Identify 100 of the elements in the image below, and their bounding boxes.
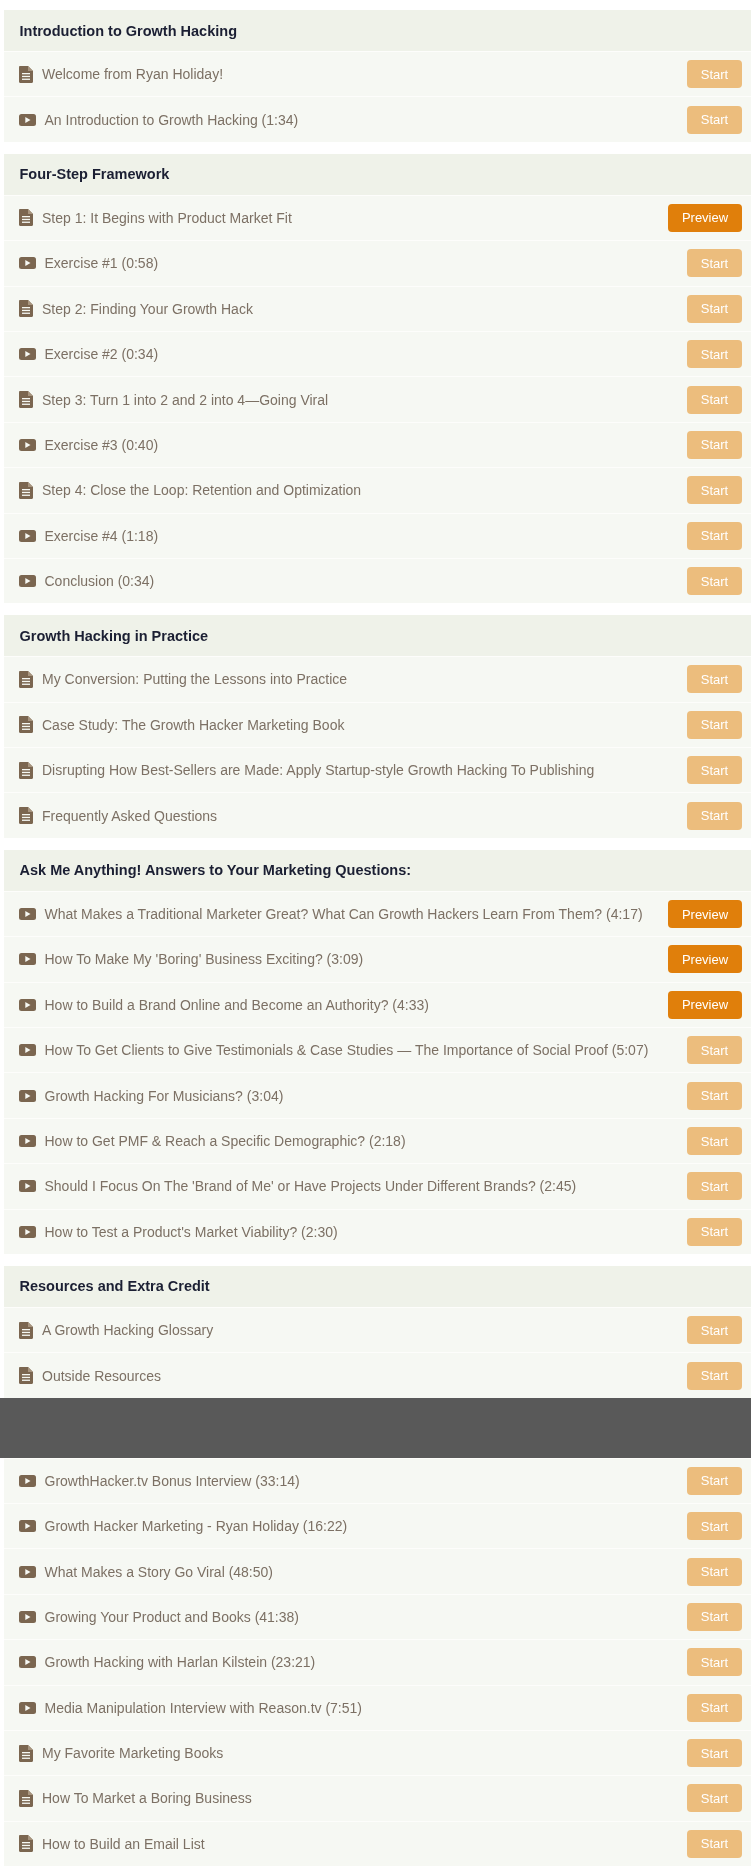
document-icon xyxy=(19,391,33,409)
play-icon xyxy=(19,953,36,966)
lesson-title: My Conversion: Putting the Lessons into Practice xyxy=(42,671,349,688)
start-button[interactable]: Start xyxy=(687,801,742,830)
lesson-title: How to Get PMF & Reach a Specific Demographic? (2:18) xyxy=(44,1133,407,1149)
start-button[interactable]: Start xyxy=(687,1557,742,1586)
lesson-title: Growth Hacking For Musicians? (3:04) xyxy=(44,1087,285,1104)
lesson-title: Growth Hacker Marketing - Ryan Holiday (16:22) xyxy=(44,1518,349,1535)
document-icon xyxy=(19,716,33,734)
start-button[interactable]: Start xyxy=(687,1316,742,1345)
play-icon xyxy=(19,113,36,126)
document-icon xyxy=(19,300,33,318)
document-icon xyxy=(19,671,33,688)
start-button[interactable]: Start xyxy=(687,567,742,596)
lesson-title: How to Test a Product's Market Viability? (2:30) xyxy=(44,1223,339,1240)
start-button[interactable]: Start xyxy=(687,1361,742,1390)
play-icon xyxy=(19,529,36,542)
section-header: Four-Step Framework xyxy=(4,153,751,195)
lesson-title: An Introduction to Growth Hacking (1:34) xyxy=(44,111,300,128)
start-button[interactable]: Start xyxy=(687,1217,742,1246)
start-button[interactable]: Start xyxy=(687,60,742,89)
document-icon xyxy=(19,1744,33,1762)
start-button[interactable]: Start xyxy=(687,1512,742,1541)
lesson-title: How To Market a Boring Business xyxy=(42,1790,253,1807)
lesson-title: Step 4: Close the Loop: Retention and Optimization xyxy=(42,482,363,499)
start-button[interactable]: Start xyxy=(687,1648,742,1677)
start-button[interactable]: Start xyxy=(687,430,742,459)
section-header: Resources and Extra Credit xyxy=(4,1266,751,1307)
document-icon xyxy=(19,1835,33,1853)
lesson-title: Exercise #1 (0:58) xyxy=(44,255,160,272)
document-icon xyxy=(19,761,33,779)
lesson-title: Step 3: Turn 1 into 2 and 2 into 4—Going Viral xyxy=(42,391,330,408)
document-icon xyxy=(19,1367,33,1385)
document-icon xyxy=(19,209,33,227)
lesson-title: How to Build an Email List xyxy=(42,1835,206,1852)
play-icon xyxy=(19,1656,36,1669)
lesson-title: Growing Your Product and Books (41:38) xyxy=(44,1608,300,1625)
preview-button[interactable]: Preview xyxy=(668,990,742,1019)
lesson-title: Disrupting How Best-Sellers are Made: Apply Startup-style Growth Hacking To Publishing xyxy=(42,762,596,779)
preview-button[interactable]: Preview xyxy=(668,203,742,232)
start-button[interactable]: Start xyxy=(687,1739,742,1768)
start-button[interactable]: Start xyxy=(687,385,742,414)
document-icon xyxy=(19,1321,33,1339)
lesson-title: Conclusion (0:34) xyxy=(44,573,156,590)
lesson-title: Media Manipulation Interview with Reason.tv (7:51) xyxy=(44,1699,363,1716)
lesson-title: How To Get Clients to Give Testimonials & Case Studies — The Importance of Social Proof (5:07) xyxy=(44,1042,650,1059)
start-button[interactable]: Start xyxy=(687,1693,742,1722)
start-button[interactable]: Start xyxy=(687,1829,742,1858)
start-button[interactable]: Start xyxy=(687,1127,742,1155)
start-button[interactable]: Start xyxy=(687,1081,742,1110)
lesson-title: What Makes a Traditional Marketer Great? What Can Growth Hackers Learn From Them? (4:17) xyxy=(44,906,644,923)
start-button[interactable]: Start xyxy=(687,710,742,739)
section-header: Growth Hacking in Practice xyxy=(4,615,751,657)
start-button[interactable]: Start xyxy=(687,1172,742,1201)
start-button[interactable]: Start xyxy=(687,1466,742,1495)
start-button[interactable]: Start xyxy=(687,1602,742,1631)
lesson-title: Case Study: The Growth Hacker Marketing Book xyxy=(42,716,346,733)
play-icon xyxy=(19,998,36,1011)
lesson-title: My Favorite Marketing Books xyxy=(42,1745,225,1762)
play-icon xyxy=(19,1565,36,1578)
lesson-title: Step 1: It Begins with Product Market Fit xyxy=(42,209,293,226)
lesson-title: GrowthHacker.tv Bonus Interview (33:14) xyxy=(44,1472,301,1489)
document-icon xyxy=(19,807,33,825)
play-icon xyxy=(19,1135,36,1147)
play-icon xyxy=(19,575,36,588)
lesson-title: Frequently Asked Questions xyxy=(42,807,219,824)
lesson-title: Exercise #4 (1:18) xyxy=(44,527,160,544)
lesson-title: How To Make My 'Boring' Business Exciting? (3:09) xyxy=(44,951,365,968)
play-icon xyxy=(19,1610,36,1623)
lesson-title: Step 2: Finding Your Growth Hack xyxy=(42,300,254,317)
section-header: Ask Me Anything! Answers to Your Marketing Questions: xyxy=(4,849,751,891)
lesson-title: Welcome from Ryan Holiday! xyxy=(42,66,225,83)
play-icon xyxy=(19,1044,36,1057)
start-button[interactable]: Start xyxy=(687,105,742,134)
lesson-title: Exercise #2 (0:34) xyxy=(44,346,160,363)
lesson-title: How to Build a Brand Online and Become an Authority? (4:33) xyxy=(44,996,430,1013)
play-icon xyxy=(19,1474,36,1487)
play-icon xyxy=(19,257,36,270)
play-icon xyxy=(19,348,36,361)
start-button[interactable]: Start xyxy=(687,249,742,278)
lesson-title: A Growth Hacking Glossary xyxy=(42,1322,215,1339)
play-icon xyxy=(19,438,36,451)
lesson-title: Should I Focus On The 'Brand of Me' or Have Projects Under Different Brands? (2:45) xyxy=(44,1178,578,1195)
start-button[interactable]: Start xyxy=(687,665,742,694)
start-button[interactable]: Start xyxy=(687,340,742,369)
start-button[interactable]: Start xyxy=(687,476,742,505)
start-button[interactable]: Start xyxy=(687,1784,742,1813)
lesson-title: Outside Resources xyxy=(42,1367,163,1384)
play-icon xyxy=(19,1089,36,1102)
start-button[interactable]: Start xyxy=(687,521,742,550)
document-icon xyxy=(19,481,33,499)
document-icon xyxy=(19,65,33,83)
start-button[interactable]: Start xyxy=(687,756,742,785)
play-icon xyxy=(19,1520,36,1533)
document-icon xyxy=(19,1790,33,1807)
preview-button[interactable]: Preview xyxy=(668,900,742,929)
start-button[interactable]: Start xyxy=(687,294,742,323)
preview-button[interactable]: Preview xyxy=(668,945,742,974)
start-button[interactable]: Start xyxy=(687,1036,742,1065)
play-icon xyxy=(19,1180,36,1193)
